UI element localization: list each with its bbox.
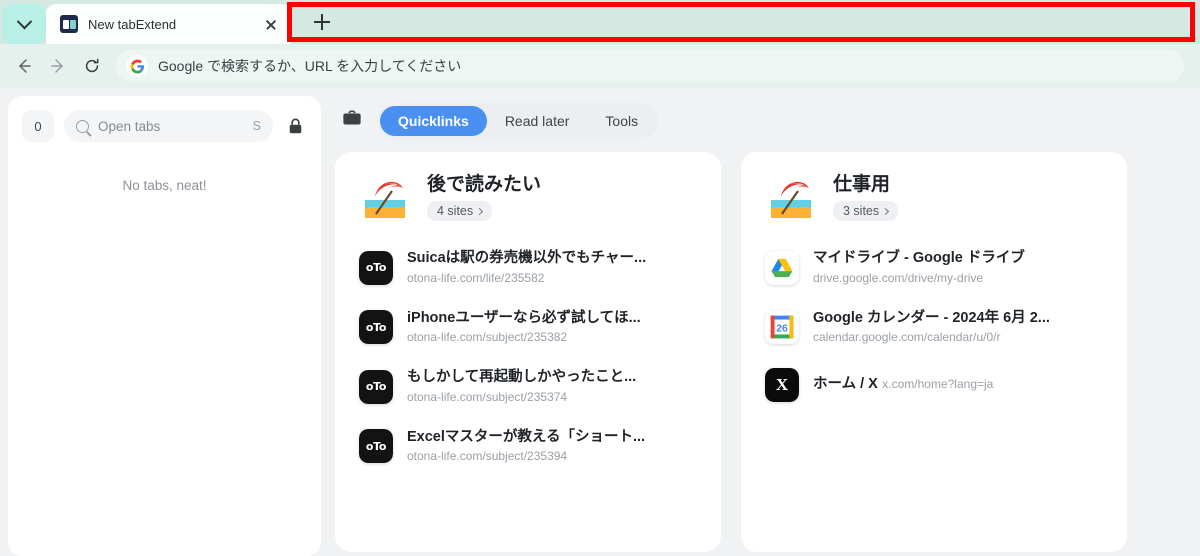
browser-chrome: New tabExtend Google で検索するか、URL を入力してくださ… bbox=[0, 0, 1200, 88]
list-item-url: x.com/home?lang=ja bbox=[882, 377, 994, 392]
open-tabs-search-input[interactable]: Open tabs S bbox=[64, 110, 273, 142]
list-item-url: otona-life.com/subject/235394 bbox=[407, 449, 568, 464]
otona-life-favicon-text: oTo bbox=[359, 369, 393, 404]
google-drive-favicon bbox=[765, 250, 799, 285]
sidebar: 0 Open tabs S No tabs, neat! bbox=[8, 96, 321, 556]
list-item-url: otona-life.com/life/235582 bbox=[407, 270, 545, 285]
forward-arrow-icon[interactable] bbox=[42, 50, 74, 82]
otona-life-favicon: oTo bbox=[359, 429, 393, 464]
x-favicon: X bbox=[765, 368, 799, 403]
otona-life-favicon-text: oTo bbox=[359, 250, 393, 285]
search-shortcut-hint: S bbox=[252, 119, 261, 133]
sidebar-header: 0 Open tabs S bbox=[22, 110, 307, 142]
google-g-icon bbox=[126, 55, 148, 77]
google-calendar-favicon: 26 bbox=[765, 310, 799, 345]
otona-life-favicon: oTo bbox=[359, 250, 393, 285]
card-site-count-label: 4 sites bbox=[437, 204, 474, 219]
tab-count-badge[interactable]: 0 bbox=[22, 110, 54, 142]
card-header[interactable]: 仕事用 3 sites bbox=[759, 172, 1109, 224]
chevron-right-icon bbox=[476, 207, 484, 215]
list-item-title: Google カレンダー - 2024年 6月 2... bbox=[813, 309, 1050, 326]
list-item[interactable]: oTo Suicaは駅の券売機以外でもチャー... otona-life.com… bbox=[353, 242, 703, 294]
search-icon bbox=[76, 119, 89, 133]
back-arrow-icon[interactable] bbox=[8, 50, 40, 82]
browser-toolbar: Google で検索するか、URL を入力してください bbox=[0, 44, 1200, 88]
list-item-title: もしかして再起動しかやったこと... bbox=[407, 369, 637, 386]
tab-read-later[interactable]: Read later bbox=[487, 106, 588, 136]
briefcase-icon[interactable] bbox=[341, 109, 363, 134]
lock-icon[interactable] bbox=[283, 112, 307, 140]
beach-umbrella-icon bbox=[359, 172, 411, 224]
close-icon[interactable] bbox=[261, 14, 281, 34]
tab-title: New tabExtend bbox=[88, 16, 177, 32]
list-item-title: マイドライブ - Google ドライブ bbox=[813, 250, 1025, 266]
tab-strip: New tabExtend bbox=[0, 0, 1200, 44]
new-tab-region bbox=[291, 0, 1200, 44]
site-list: マイドライブ - Google ドライブ drive.google.com/dr… bbox=[759, 242, 1109, 409]
list-item[interactable]: マイドライブ - Google ドライブ drive.google.com/dr… bbox=[759, 242, 1109, 294]
address-bar[interactable]: Google で検索するか、URL を入力してください bbox=[116, 50, 1184, 82]
svg-text:26: 26 bbox=[776, 324, 788, 335]
cards-row: 後で読みたい 4 sites oTo Suicaは駅の券売機以外でもチャー...… bbox=[335, 152, 1192, 552]
quicklinks-tab-group: Quicklinks Read later Tools bbox=[377, 103, 660, 139]
otona-life-favicon-text: oTo bbox=[359, 310, 393, 345]
card-site-count-label: 3 sites bbox=[843, 204, 880, 219]
card-site-count[interactable]: 4 sites bbox=[427, 201, 493, 222]
card-title: 後で読みたい bbox=[427, 173, 542, 195]
card-site-count[interactable]: 3 sites bbox=[833, 201, 899, 222]
x-favicon-text: X bbox=[765, 368, 799, 403]
main-content: Quicklinks Read later Tools 後で読みたい 4 sit… bbox=[321, 88, 1200, 556]
page-content: 0 Open tabs S No tabs, neat! Quicklinks … bbox=[0, 88, 1200, 556]
list-item-title: Excelマスターが教える「ショート... bbox=[407, 428, 646, 445]
list-item-url: otona-life.com/subject/235382 bbox=[407, 330, 568, 345]
otona-life-favicon-text: oTo bbox=[359, 429, 393, 464]
quicklink-card-read-later: 後で読みたい 4 sites oTo Suicaは駅の券売機以外でもチャー...… bbox=[335, 152, 721, 552]
book-favicon bbox=[60, 15, 78, 33]
card-header[interactable]: 後で読みたい 4 sites bbox=[353, 172, 703, 224]
beach-umbrella-icon bbox=[765, 172, 817, 224]
tab-quicklinks[interactable]: Quicklinks bbox=[380, 106, 487, 136]
plus-icon[interactable] bbox=[309, 9, 335, 35]
list-item-title: Suicaは駅の券売機以外でもチャー... bbox=[407, 250, 647, 266]
list-item-url: calendar.google.com/calendar/u/0/r bbox=[813, 330, 1001, 345]
site-list: oTo Suicaは駅の券売機以外でもチャー... otona-life.com… bbox=[353, 242, 703, 472]
tab-search-button[interactable] bbox=[2, 4, 46, 44]
reload-icon[interactable] bbox=[76, 50, 108, 82]
sidebar-empty-message: No tabs, neat! bbox=[122, 178, 207, 193]
quicklink-card-work: 仕事用 3 sites マイドライブ - Google ドライブ drive.g… bbox=[741, 152, 1127, 552]
list-item-url: drive.google.com/drive/my-drive bbox=[813, 270, 984, 285]
list-item-title: ホーム / X bbox=[813, 376, 878, 393]
card-title: 仕事用 bbox=[833, 173, 891, 195]
list-item[interactable]: oTo Excelマスターが教える「ショート... otona-life.com… bbox=[353, 421, 703, 473]
list-item[interactable]: X ホーム / X x.com/home?lang=ja bbox=[759, 361, 1109, 409]
chevron-down-icon bbox=[16, 13, 32, 29]
tab-tools[interactable]: Tools bbox=[587, 106, 656, 136]
main-tab-bar: Quicklinks Read later Tools bbox=[335, 100, 1192, 142]
chevron-right-icon bbox=[882, 207, 890, 215]
list-item[interactable]: 26 Google カレンダー - 2024年 6月 2... calendar… bbox=[759, 302, 1109, 354]
address-bar-placeholder: Google で検索するか、URL を入力してください bbox=[158, 58, 462, 74]
otona-life-favicon: oTo bbox=[359, 369, 393, 404]
open-tabs-placeholder: Open tabs bbox=[98, 118, 161, 134]
list-item[interactable]: oTo もしかして再起動しかやったこと... otona-life.com/su… bbox=[353, 361, 703, 413]
otona-life-favicon: oTo bbox=[359, 310, 393, 345]
browser-tab-new-tabextend[interactable]: New tabExtend bbox=[46, 4, 291, 44]
list-item[interactable]: oTo iPhoneユーザーなら必ず試してほ... otona-life.com… bbox=[353, 302, 703, 354]
list-item-title: iPhoneユーザーなら必ず試してほ... bbox=[407, 309, 641, 326]
list-item-url: otona-life.com/subject/235374 bbox=[407, 389, 568, 404]
